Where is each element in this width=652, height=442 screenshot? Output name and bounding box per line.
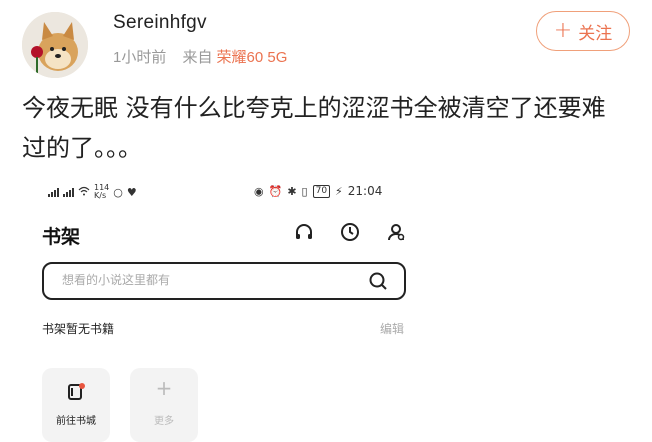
post-meta: 1小时前 来自 荣耀60 5G [113, 46, 287, 67]
history-icon[interactable] [338, 220, 362, 244]
post-text: 今夜无眠 没有什么比夸克上的涩涩书全被清空了还要难过的了。。。 [22, 94, 606, 162]
edit-button[interactable]: 编辑 [380, 320, 404, 337]
search-bar[interactable] [42, 262, 406, 300]
eye-icon: ◉ [254, 184, 264, 198]
signal-icon [63, 187, 74, 197]
page-title: 书架 [42, 226, 81, 248]
post-time: 1小时前 [113, 49, 167, 66]
follow-button[interactable]: + 关注 [536, 11, 630, 51]
empty-shelf-text: 书架暂无书籍 [42, 322, 115, 336]
alarm-icon: ⏰ [268, 184, 283, 198]
doge-avatar-icon [22, 12, 88, 78]
bluetooth-icon: ✱ [287, 184, 297, 198]
heart-icon: ♥ [126, 185, 137, 199]
battery-icon: 70 [312, 184, 331, 198]
book-icon [66, 382, 86, 402]
username[interactable]: Sereinhfgv [113, 12, 207, 34]
attached-screenshot[interactable]: 114 K/s ○ ♥ ◉ ⏰ ✱ ▯ 70 ⚡ 21:04 书架 想看的小说这… [22, 172, 426, 442]
tile-label: 更多 [154, 416, 174, 427]
circle-icon: ○ [113, 185, 123, 199]
status-bar: 114 K/s ○ ♥ ◉ ⏰ ✱ ▯ 70 ⚡ 21:04 [22, 180, 426, 202]
tile-label: 前往书城 [56, 416, 96, 427]
wifi-icon [78, 186, 90, 199]
headphones-icon[interactable] [292, 220, 316, 244]
device-name[interactable]: 荣耀60 5G [217, 49, 288, 66]
charging-icon: ⚡ [335, 184, 343, 198]
source-prefix: 来自 [182, 49, 213, 66]
avatar[interactable] [22, 12, 88, 78]
status-time: 21:04 [347, 184, 383, 198]
user-icon[interactable] [384, 220, 408, 244]
plus-icon: + [553, 18, 573, 43]
more-tile[interactable]: + 更多 [130, 368, 198, 442]
goto-bookstore-tile[interactable]: 前往书城 [42, 368, 110, 442]
search-input[interactable] [62, 273, 342, 287]
top-icons [292, 220, 408, 244]
search-icon[interactable] [368, 271, 388, 295]
signal-icon [48, 187, 59, 197]
vibrate-icon: ▯ [301, 184, 308, 198]
plus-icon: + [155, 376, 173, 400]
net-speed-unit: K/s [94, 191, 107, 200]
follow-label: 关注 [578, 23, 613, 44]
